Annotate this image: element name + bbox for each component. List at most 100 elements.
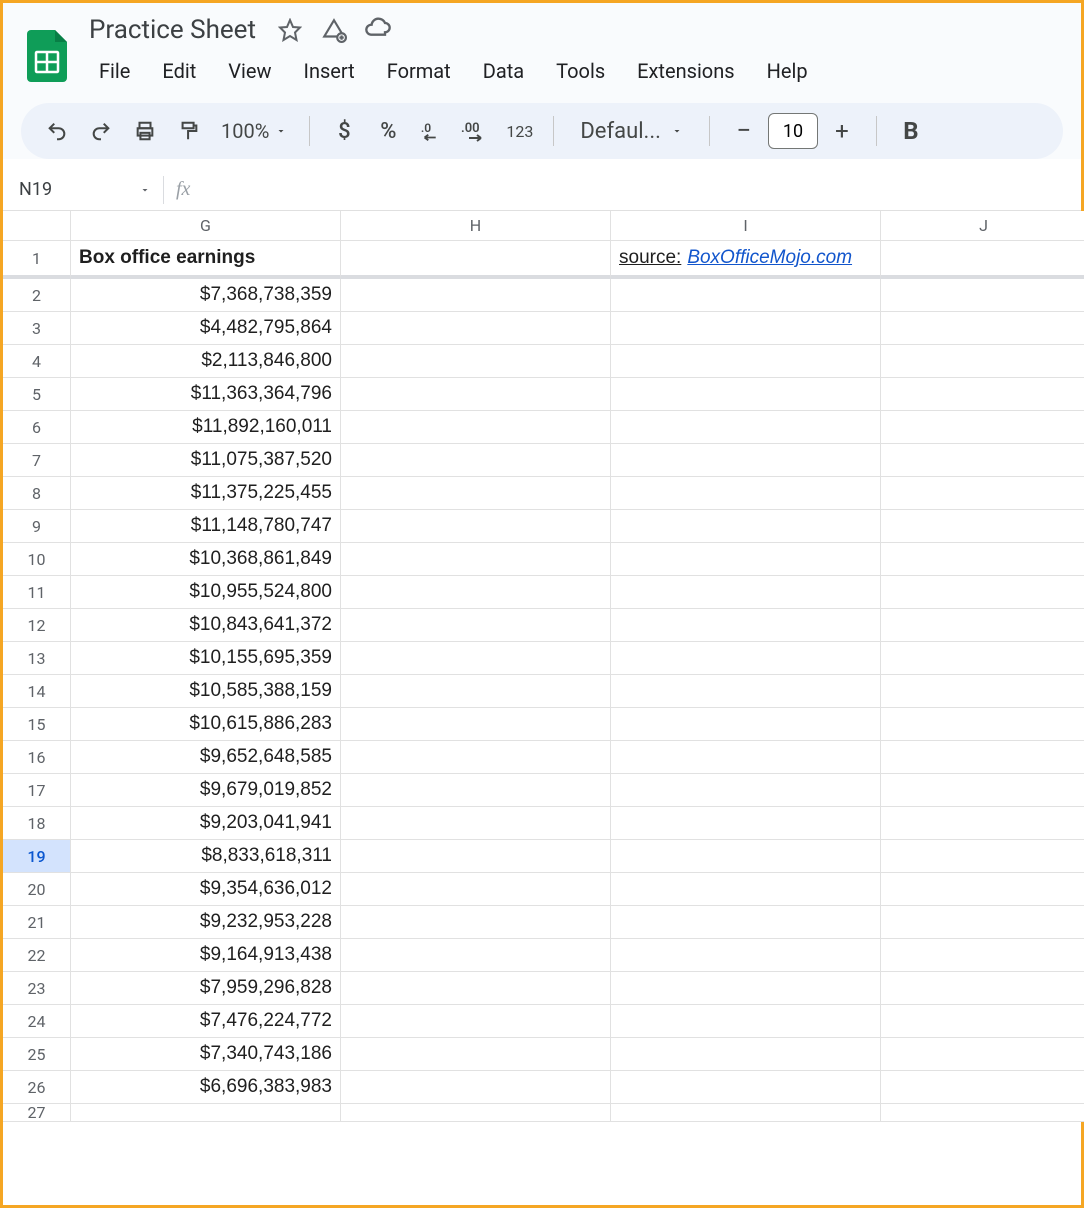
cell[interactable]	[611, 1038, 881, 1071]
redo-icon[interactable]	[81, 111, 121, 151]
currency-icon[interactable]: $	[324, 111, 364, 151]
cell[interactable]	[881, 411, 1084, 444]
cell[interactable]	[881, 774, 1084, 807]
cell[interactable]: $11,375,225,455	[71, 477, 341, 510]
cell[interactable]	[611, 1071, 881, 1104]
row-header[interactable]: 8	[3, 477, 71, 510]
cell[interactable]	[881, 675, 1084, 708]
cell[interactable]	[881, 241, 1084, 279]
cell[interactable]	[881, 609, 1084, 642]
percent-icon[interactable]: %	[368, 111, 408, 151]
cell[interactable]: $2,113,846,800	[71, 345, 341, 378]
cloud-status-icon[interactable]	[364, 16, 392, 44]
row-header[interactable]: 4	[3, 345, 71, 378]
row-header[interactable]: 7	[3, 444, 71, 477]
cell[interactable]	[881, 972, 1084, 1005]
menu-tools[interactable]: Tools	[542, 53, 619, 89]
cell[interactable]: $11,892,160,011	[71, 411, 341, 444]
cell[interactable]: $7,368,738,359	[71, 279, 341, 312]
cell[interactable]: $9,679,019,852	[71, 774, 341, 807]
row-header[interactable]: 14	[3, 675, 71, 708]
cell[interactable]	[611, 444, 881, 477]
row-header[interactable]: 19	[3, 840, 71, 873]
cell[interactable]	[611, 411, 881, 444]
cell[interactable]	[341, 807, 611, 840]
row-header[interactable]: 26	[3, 1071, 71, 1104]
cell[interactable]	[611, 840, 881, 873]
font-size-input[interactable]: 10	[768, 113, 818, 149]
cell[interactable]	[881, 708, 1084, 741]
move-icon[interactable]	[320, 16, 348, 44]
cell[interactable]	[341, 411, 611, 444]
undo-icon[interactable]	[37, 111, 77, 151]
cell[interactable]	[341, 939, 611, 972]
cell[interactable]	[881, 1071, 1084, 1104]
cell[interactable]: $6,696,383,983	[71, 1071, 341, 1104]
cell[interactable]	[341, 906, 611, 939]
paint-format-icon[interactable]	[169, 111, 209, 151]
row-header[interactable]: 25	[3, 1038, 71, 1071]
decrease-decimal-icon[interactable]: .0	[412, 111, 452, 151]
cell[interactable]	[611, 642, 881, 675]
row-header[interactable]: 27	[3, 1104, 71, 1122]
menu-edit[interactable]: Edit	[148, 53, 210, 89]
row-header[interactable]: 23	[3, 972, 71, 1005]
cell[interactable]	[341, 477, 611, 510]
cell[interactable]: $7,959,296,828	[71, 972, 341, 1005]
row-header[interactable]: 18	[3, 807, 71, 840]
font-family-dropdown[interactable]: Defaul...	[568, 119, 695, 144]
sheets-logo-icon[interactable]	[23, 26, 71, 86]
cell[interactable]: $7,476,224,772	[71, 1005, 341, 1038]
cell[interactable]	[341, 576, 611, 609]
cell[interactable]: $10,585,388,159	[71, 675, 341, 708]
cell[interactable]	[341, 345, 611, 378]
cell[interactable]	[881, 741, 1084, 774]
cell[interactable]: $4,482,795,864	[71, 312, 341, 345]
row-header[interactable]: 5	[3, 378, 71, 411]
row-header[interactable]: 17	[3, 774, 71, 807]
row-header[interactable]: 13	[3, 642, 71, 675]
cell[interactable]: $10,955,524,800	[71, 576, 341, 609]
row-header[interactable]: 3	[3, 312, 71, 345]
cell[interactable]	[881, 543, 1084, 576]
row-header[interactable]: 2	[3, 279, 71, 312]
cell[interactable]	[881, 279, 1084, 312]
cell[interactable]	[611, 345, 881, 378]
cell[interactable]	[881, 510, 1084, 543]
cell[interactable]	[611, 708, 881, 741]
cell[interactable]	[881, 906, 1084, 939]
menu-extensions[interactable]: Extensions	[623, 53, 748, 89]
print-icon[interactable]	[125, 111, 165, 151]
row-header[interactable]: 20	[3, 873, 71, 906]
cell[interactable]	[881, 939, 1084, 972]
cell[interactable]	[341, 1005, 611, 1038]
increase-decimal-icon[interactable]: .00	[456, 111, 496, 151]
cell[interactable]	[341, 1038, 611, 1071]
row-header[interactable]: 21	[3, 906, 71, 939]
select-all-corner[interactable]	[3, 211, 71, 241]
cell[interactable]: $11,148,780,747	[71, 510, 341, 543]
menu-view[interactable]: View	[214, 53, 285, 89]
row-header[interactable]: 16	[3, 741, 71, 774]
font-size-decrease-button[interactable]: −	[724, 111, 764, 151]
column-header-g[interactable]: G	[71, 211, 341, 241]
cell[interactable]	[881, 1038, 1084, 1071]
cell[interactable]	[341, 279, 611, 312]
star-icon[interactable]	[276, 16, 304, 44]
cell[interactable]	[611, 477, 881, 510]
row-header[interactable]: 9	[3, 510, 71, 543]
bold-button[interactable]: B	[891, 111, 931, 151]
cell[interactable]	[881, 1005, 1084, 1038]
cell[interactable]	[71, 1104, 341, 1122]
column-header-h[interactable]: H	[341, 211, 611, 241]
cell[interactable]	[341, 972, 611, 1005]
menu-data[interactable]: Data	[469, 53, 538, 89]
row-header[interactable]: 10	[3, 543, 71, 576]
row-header[interactable]: 15	[3, 708, 71, 741]
cell[interactable]	[881, 807, 1084, 840]
row-header[interactable]: 12	[3, 609, 71, 642]
cell[interactable]	[611, 576, 881, 609]
cell[interactable]: $10,615,886,283	[71, 708, 341, 741]
cell[interactable]: $10,155,695,359	[71, 642, 341, 675]
cell[interactable]	[611, 312, 881, 345]
